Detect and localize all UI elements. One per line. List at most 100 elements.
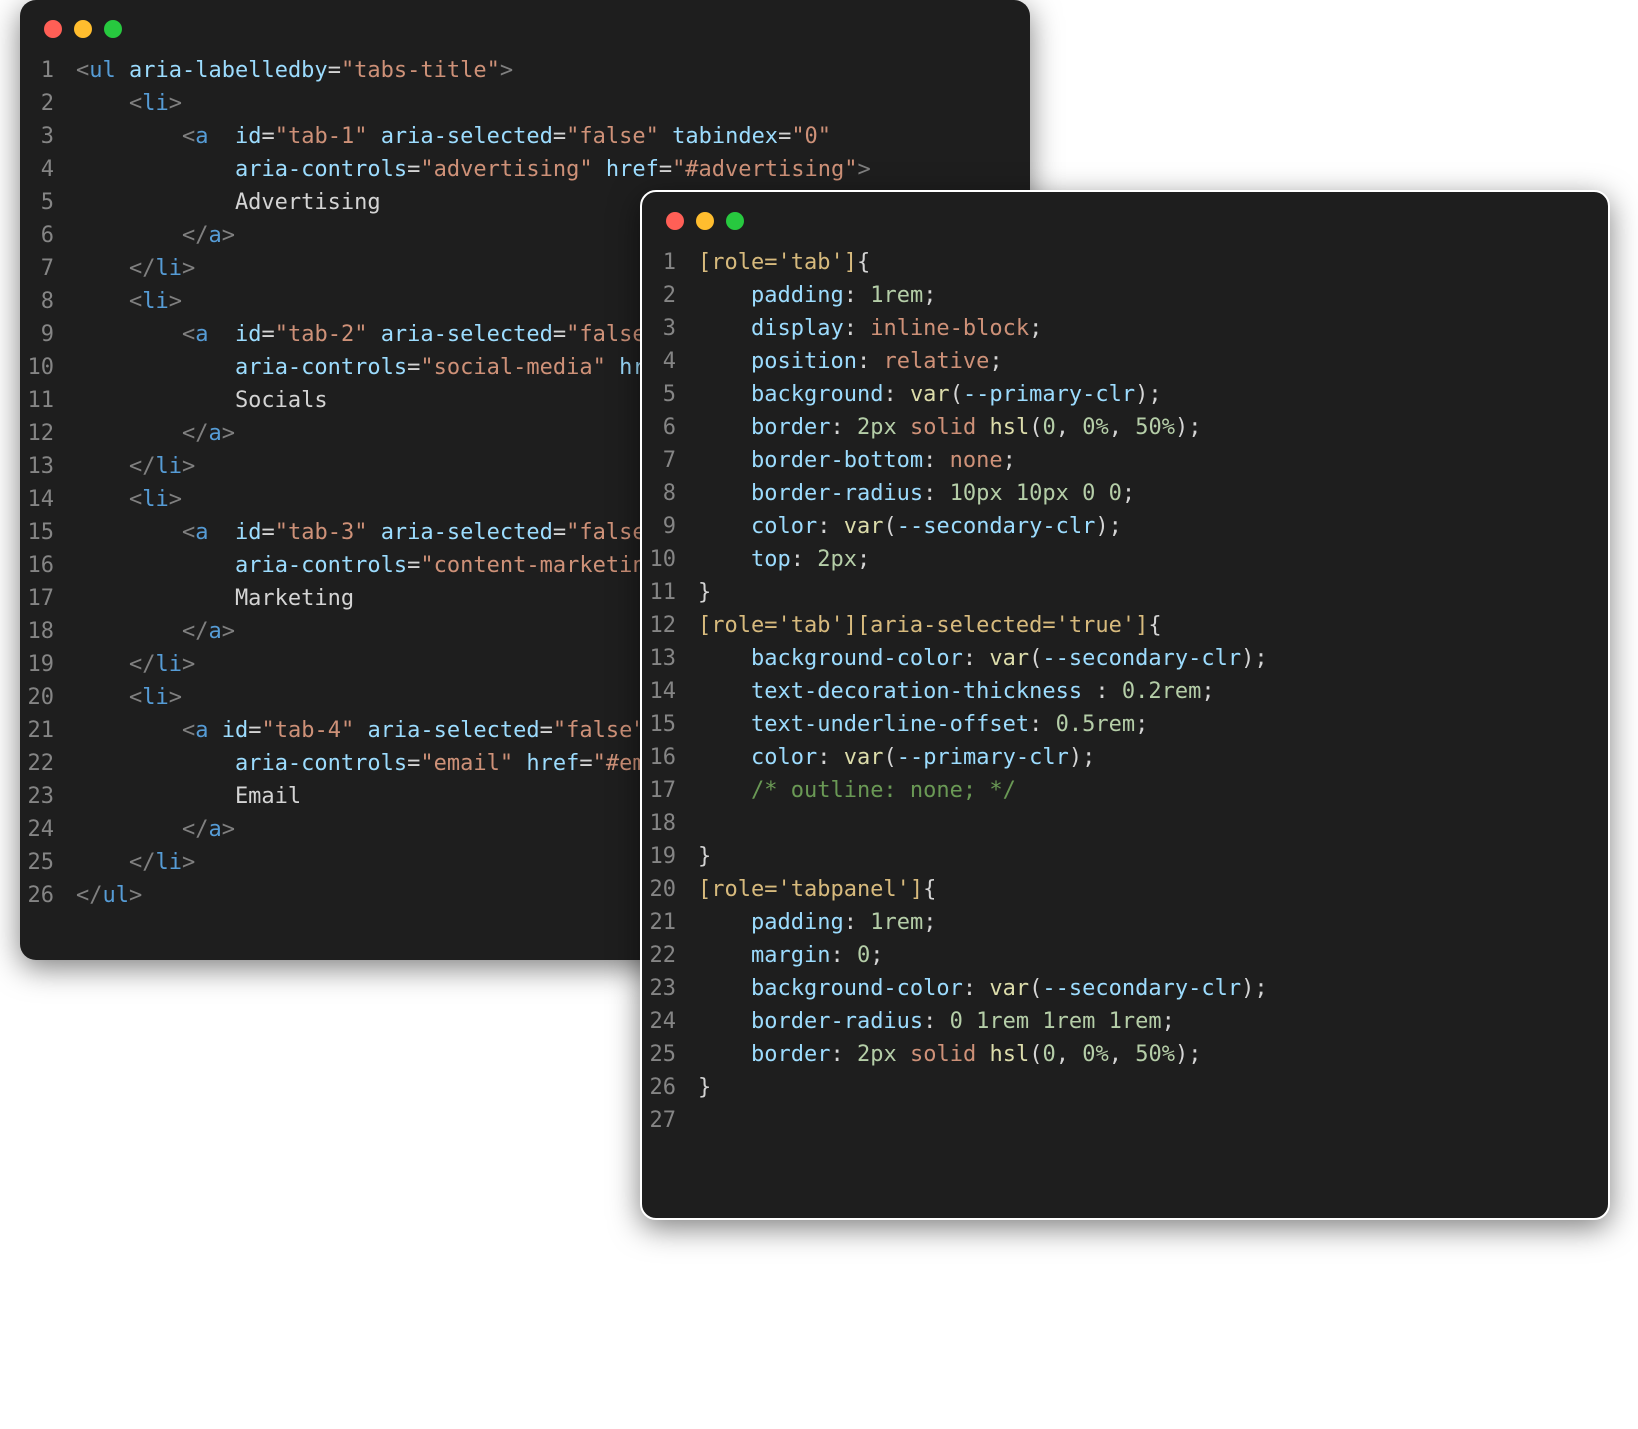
- line-number: 25: [20, 846, 76, 879]
- code-line: 3 display: inline-block;: [642, 312, 1608, 345]
- code-line: 1[role='tab']{: [642, 246, 1608, 279]
- line-number: 15: [20, 516, 76, 549]
- code-line: 9 color: var(--secondary-clr);: [642, 510, 1608, 543]
- line-number: 21: [20, 714, 76, 747]
- code-content: text-underline-offset: 0.5rem;: [698, 708, 1608, 741]
- code-content: [role='tab'][aria-selected='true']{: [698, 609, 1608, 642]
- code-content: background-color: var(--secondary-clr);: [698, 642, 1608, 675]
- close-icon[interactable]: [666, 212, 684, 230]
- line-number: 15: [642, 708, 698, 741]
- line-number: 27: [642, 1104, 698, 1137]
- minimize-icon[interactable]: [74, 20, 92, 38]
- code-line: 5 background: var(--primary-clr);: [642, 378, 1608, 411]
- line-number: 2: [642, 279, 698, 312]
- line-number: 9: [20, 318, 76, 351]
- code-content: display: inline-block;: [698, 312, 1608, 345]
- line-number: 24: [20, 813, 76, 846]
- code-content: [role='tabpanel']{: [698, 873, 1608, 906]
- line-number: 16: [20, 549, 76, 582]
- code-content: border: 2px solid hsl(0, 0%, 50%);: [698, 411, 1608, 444]
- line-number: 23: [642, 972, 698, 1005]
- code-line: 11}: [642, 576, 1608, 609]
- line-number: 10: [642, 543, 698, 576]
- line-number: 1: [20, 54, 76, 87]
- code-line: 14 text-decoration-thickness : 0.2rem;: [642, 675, 1608, 708]
- line-number: 5: [20, 186, 76, 219]
- line-number: 25: [642, 1038, 698, 1071]
- code-content: <li>: [76, 87, 1030, 120]
- code-line: 4 aria-controls="advertising" href="#adv…: [20, 153, 1030, 186]
- line-number: 22: [642, 939, 698, 972]
- code-line: 17 /* outline: none; */: [642, 774, 1608, 807]
- line-number: 21: [642, 906, 698, 939]
- line-number: 2: [20, 87, 76, 120]
- code-line: 15 text-underline-offset: 0.5rem;: [642, 708, 1608, 741]
- line-number: 20: [642, 873, 698, 906]
- line-number: 24: [642, 1005, 698, 1038]
- line-number: 7: [642, 444, 698, 477]
- code-content: padding: 1rem;: [698, 279, 1608, 312]
- line-number: 9: [642, 510, 698, 543]
- code-content: color: var(--secondary-clr);: [698, 510, 1608, 543]
- line-number: 17: [642, 774, 698, 807]
- line-number: 12: [20, 417, 76, 450]
- close-icon[interactable]: [44, 20, 62, 38]
- code-content: padding: 1rem;: [698, 906, 1608, 939]
- code-content: [role='tab']{: [698, 246, 1608, 279]
- code-line: 24 border-radius: 0 1rem 1rem 1rem;: [642, 1005, 1608, 1038]
- code-content: /* outline: none; */: [698, 774, 1608, 807]
- code-content: border-radius: 0 1rem 1rem 1rem;: [698, 1005, 1608, 1038]
- line-number: 19: [20, 648, 76, 681]
- line-number: 5: [642, 378, 698, 411]
- line-number: 26: [20, 879, 76, 912]
- line-number: 1: [642, 246, 698, 279]
- code-content: [698, 807, 1608, 840]
- code-line: 4 position: relative;: [642, 345, 1608, 378]
- code-content: border-bottom: none;: [698, 444, 1608, 477]
- code-content: border-radius: 10px 10px 0 0;: [698, 477, 1608, 510]
- code-line: 7 border-bottom: none;: [642, 444, 1608, 477]
- line-number: 14: [642, 675, 698, 708]
- code-line: 2 padding: 1rem;: [642, 279, 1608, 312]
- line-number: 18: [20, 615, 76, 648]
- line-number: 8: [20, 285, 76, 318]
- code-line: 27: [642, 1104, 1608, 1137]
- code-content: aria-controls="advertising" href="#adver…: [76, 153, 1030, 186]
- line-number: 12: [642, 609, 698, 642]
- code-line: 12[role='tab'][aria-selected='true']{: [642, 609, 1608, 642]
- code-content: }: [698, 840, 1608, 873]
- code-line: 25 border: 2px solid hsl(0, 0%, 50%);: [642, 1038, 1608, 1071]
- code-line: 18: [642, 807, 1608, 840]
- zoom-icon[interactable]: [104, 20, 122, 38]
- line-number: 23: [20, 780, 76, 813]
- code-line: 2 <li>: [20, 87, 1030, 120]
- titlebar: [642, 192, 1608, 240]
- minimize-icon[interactable]: [696, 212, 714, 230]
- line-number: 3: [20, 120, 76, 153]
- code-content: position: relative;: [698, 345, 1608, 378]
- line-number: 3: [642, 312, 698, 345]
- code-content: <a id="tab-1" aria-selected="false" tabi…: [76, 120, 1030, 153]
- code-line: 22 margin: 0;: [642, 939, 1608, 972]
- code-content: background-color: var(--secondary-clr);: [698, 972, 1608, 1005]
- line-number: 13: [20, 450, 76, 483]
- code-content: color: var(--primary-clr);: [698, 741, 1608, 774]
- line-number: 11: [642, 576, 698, 609]
- code-line: 19}: [642, 840, 1608, 873]
- line-number: 4: [20, 153, 76, 186]
- line-number: 17: [20, 582, 76, 615]
- code-editor[interactable]: 1[role='tab']{2 padding: 1rem;3 display:…: [642, 240, 1608, 1161]
- code-content: text-decoration-thickness : 0.2rem;: [698, 675, 1608, 708]
- code-line: 16 color: var(--primary-clr);: [642, 741, 1608, 774]
- code-content: [698, 1104, 1608, 1137]
- line-number: 4: [642, 345, 698, 378]
- code-content: border: 2px solid hsl(0, 0%, 50%);: [698, 1038, 1608, 1071]
- code-line: 1<ul aria-labelledby="tabs-title">: [20, 54, 1030, 87]
- line-number: 8: [642, 477, 698, 510]
- code-line: 13 background-color: var(--secondary-clr…: [642, 642, 1608, 675]
- zoom-icon[interactable]: [726, 212, 744, 230]
- code-content: top: 2px;: [698, 543, 1608, 576]
- line-number: 16: [642, 741, 698, 774]
- code-content: }: [698, 1071, 1608, 1104]
- line-number: 22: [20, 747, 76, 780]
